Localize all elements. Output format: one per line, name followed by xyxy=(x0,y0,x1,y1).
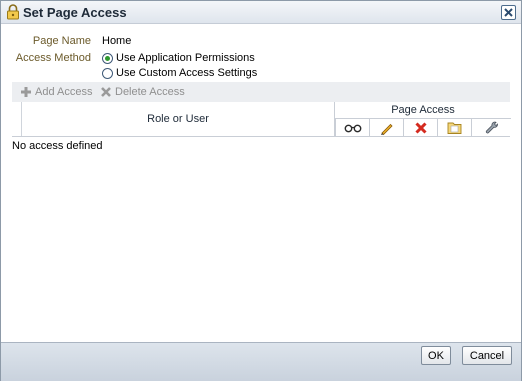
page-name-label: Page Name xyxy=(32,35,91,47)
close-button[interactable] xyxy=(501,5,516,20)
admin-permission-column[interactable] xyxy=(471,118,511,137)
role-or-user-column-header[interactable]: Role or User xyxy=(22,102,334,136)
ok-button[interactable]: OK xyxy=(421,346,451,365)
delete-permission-column[interactable] xyxy=(403,118,438,137)
plus-icon xyxy=(21,87,31,97)
set-page-access-dialog: Set Page Access Page Name Home Access Me… xyxy=(0,0,522,381)
delete-access-button[interactable]: Delete Access xyxy=(100,85,185,99)
wrench-icon xyxy=(485,121,498,134)
edit-pencil-icon xyxy=(381,123,393,136)
page-name-value: Home xyxy=(102,35,132,47)
folder-permission-column[interactable] xyxy=(437,118,472,137)
empty-table-message: No access defined xyxy=(12,140,103,152)
close-icon xyxy=(504,8,513,17)
radio-button-selected[interactable] xyxy=(102,52,113,64)
radio-custom-access-settings[interactable]: Use Custom Access Settings xyxy=(102,66,257,80)
page-access-column-header: Page Access xyxy=(334,102,511,137)
view-permission-column[interactable] xyxy=(335,118,370,137)
delete-x-icon xyxy=(415,122,427,134)
radio-button[interactable] xyxy=(102,67,113,79)
page-access-header-label: Page Access xyxy=(391,104,455,116)
lock-icon xyxy=(6,4,20,20)
cancel-button[interactable]: Cancel xyxy=(462,346,512,365)
role-header-label: Role or User xyxy=(147,113,209,125)
delete-x-gray-icon xyxy=(101,87,111,97)
radio-label: Use Application Permissions xyxy=(116,52,255,64)
edit-permission-column[interactable] xyxy=(369,118,404,137)
delete-access-label: Delete Access xyxy=(115,86,185,98)
folder-icon xyxy=(447,122,462,134)
access-method-label: Access Method xyxy=(15,52,91,64)
dialog-titlebar: Set Page Access xyxy=(1,1,521,24)
radio-label: Use Custom Access Settings xyxy=(116,67,258,79)
add-access-label: Add Access xyxy=(35,86,93,98)
access-toolbar: Add Access Delete Access xyxy=(12,82,510,102)
dialog-footer: OK Cancel xyxy=(1,342,521,381)
add-access-button[interactable]: Add Access xyxy=(20,85,92,99)
view-glasses-icon xyxy=(344,124,362,133)
access-table-header: Role or User Page Access xyxy=(12,102,511,137)
radio-application-permissions[interactable]: Use Application Permissions xyxy=(102,51,255,65)
dialog-title: Set Page Access xyxy=(23,5,127,20)
